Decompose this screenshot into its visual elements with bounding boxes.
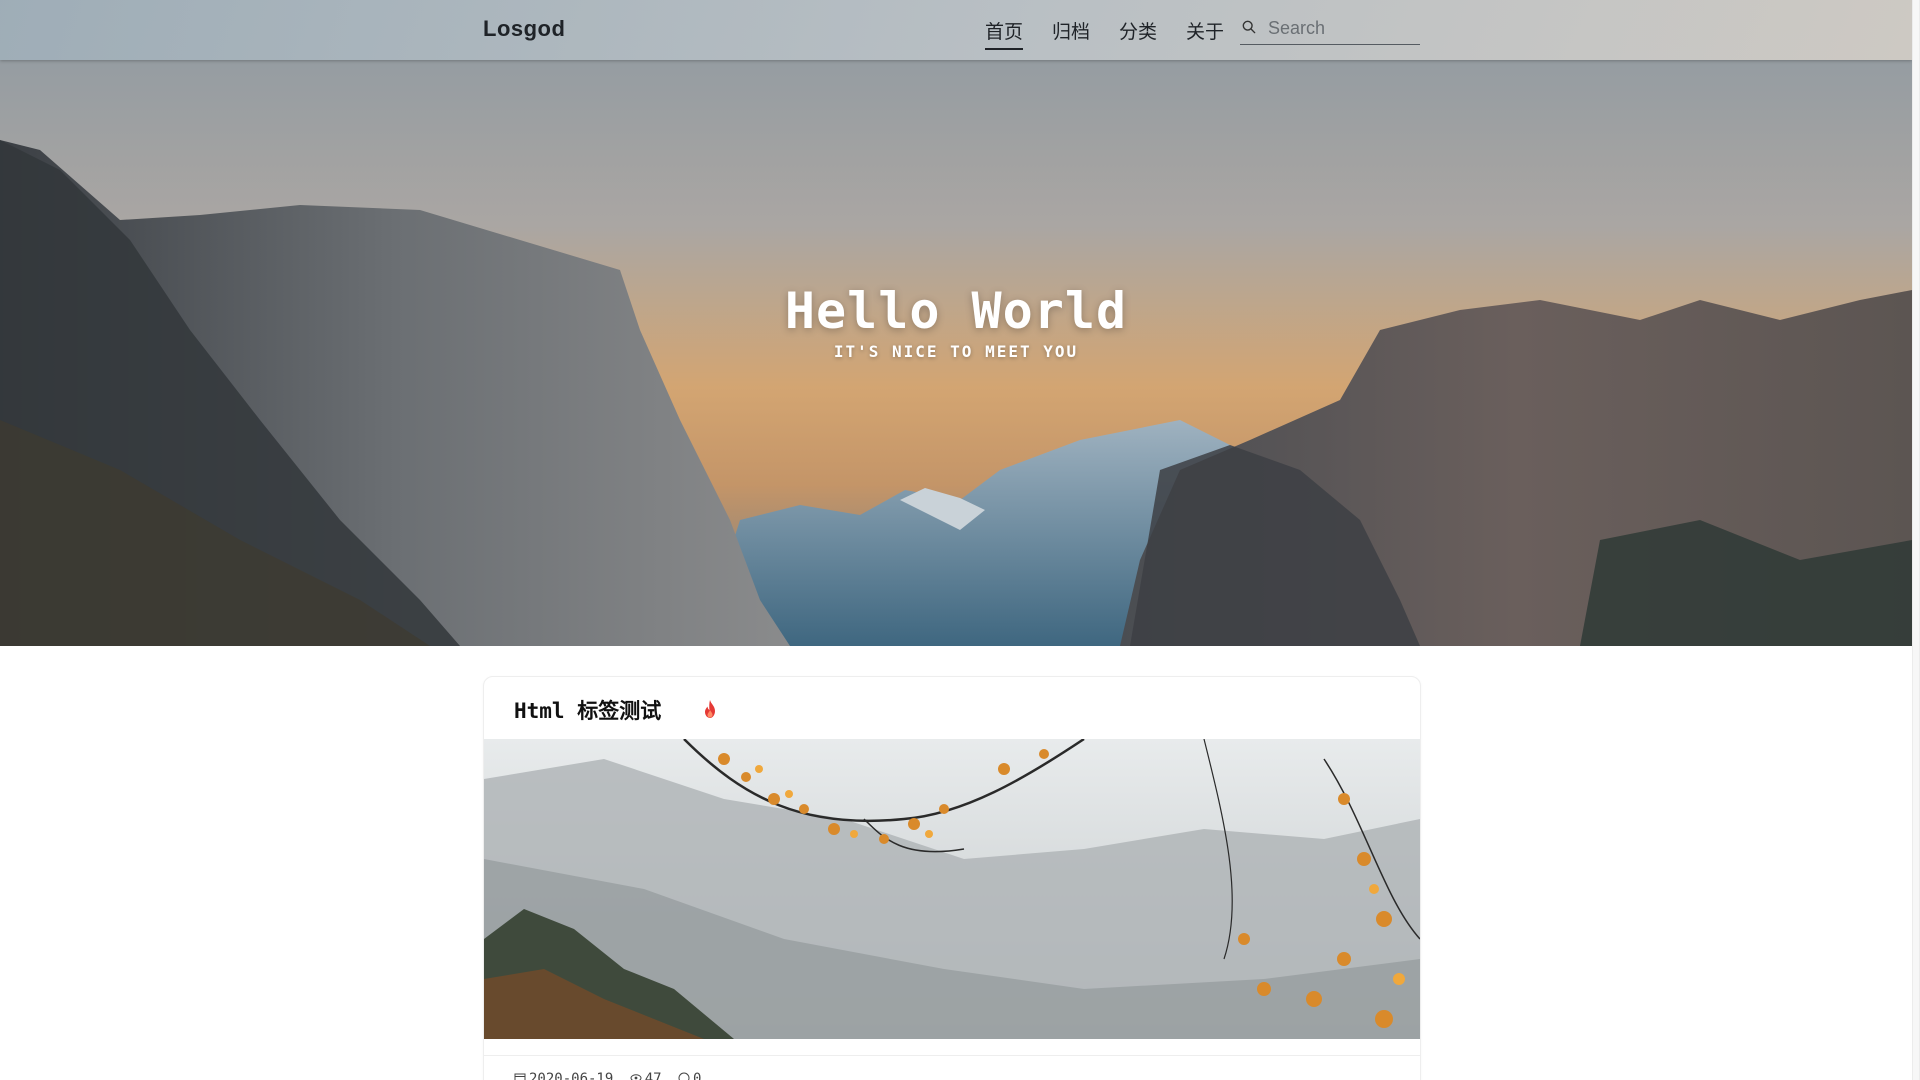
site-brand-link[interactable]: Losgod [483, 16, 565, 42]
post-views: 47 [644, 1071, 662, 1080]
post-meta: 2020-06-19 47 0 [514, 1071, 709, 1080]
comment-icon [678, 1072, 690, 1080]
nav-item-archive[interactable]: 归档 [1052, 17, 1090, 48]
comments-meta: 0 [678, 1071, 705, 1080]
post-date: 2020-06-19 [529, 1071, 614, 1080]
nav-item-categories[interactable]: 分类 [1119, 17, 1157, 48]
search-icon[interactable] [1242, 20, 1256, 34]
hero-title: Hello World [784, 282, 1128, 340]
calendar-icon [514, 1073, 526, 1080]
nav-item-home[interactable]: 首页 [985, 17, 1024, 50]
top-navbar: Losgod 首页 归档 分类 关于 [0, 0, 1912, 60]
card-divider [484, 1055, 1420, 1056]
post-title-link[interactable]: Html 标签测试 [514, 695, 661, 725]
eye-icon [630, 1074, 642, 1080]
vertical-scrollbar[interactable] [1912, 0, 1920, 1080]
autumn-branch-image [484, 739, 1420, 1039]
views-meta: 47 [630, 1071, 674, 1080]
search-input[interactable] [1268, 16, 1418, 40]
post-card: Html 标签测试 2020-06-19 47 0 [483, 676, 1421, 1080]
hero-subtitle: IT'S NICE TO MEET YOU [833, 342, 1079, 361]
post-cover-image[interactable] [484, 739, 1420, 1039]
nav-item-about[interactable]: 关于 [1186, 17, 1224, 48]
post-comments: 0 [693, 1071, 702, 1080]
date-meta: 2020-06-19 [514, 1071, 626, 1080]
hero-banner: Hello World IT'S NICE TO MEET YOU [0, 0, 1912, 646]
scrollbar-thumb[interactable] [1913, 0, 1919, 1080]
page: Hello World IT'S NICE TO MEET YOU Losgod… [0, 0, 1912, 1080]
flame-icon [705, 700, 715, 718]
search-box [1240, 14, 1420, 45]
